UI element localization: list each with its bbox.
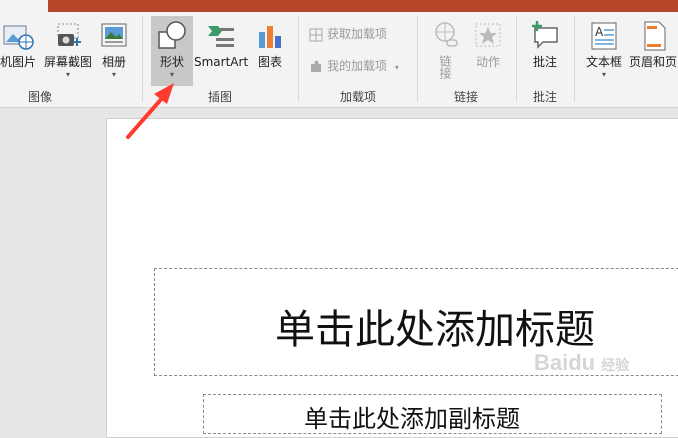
screenshot-label: 屏幕截图 [43,55,92,69]
action-label: 动作 [475,55,500,69]
header-footer-button[interactable]: 页眉和页 [628,16,678,86]
album-button[interactable]: 相册 ▾ [96,16,132,86]
title-placeholder-text: 单击此处添加标题 [275,307,595,353]
group-divider [142,16,143,102]
photo-album-icon [101,23,127,47]
ribbon: 机图片 屏幕截图 ▾ 相册 ▾ 图像 形状 ▾ SmartArt 图表 插图 获… [0,12,678,108]
textbox-button[interactable]: A 文本框 ▾ [582,16,626,86]
baidu-watermark: Baidu 经验 [534,350,629,376]
chart-icon [259,26,281,48]
group-label-illustrations: 插图 [207,90,232,104]
svg-text:A: A [595,25,604,39]
group-divider [298,16,299,102]
chevron-down-icon: ▾ [65,70,70,79]
tab-insert[interactable] [0,0,48,12]
group-label-images: 图像 [27,90,52,104]
chevron-down-icon: ▾ [601,70,606,79]
group-label-comments: 批注 [532,90,557,104]
shapes-button[interactable]: 形状 ▾ [151,16,193,86]
my-addins-label: 我的加载项 [327,59,388,73]
group-divider [516,16,517,102]
smartart-icon [208,26,234,47]
my-addins-button[interactable]: 我的加载项 ▾ [308,56,399,76]
watermark-suffix: 经验 [601,357,630,373]
group-label-addins: 加载项 [339,90,376,104]
comment-label: 批注 [532,55,557,69]
chevron-down-icon: ▾ [111,70,116,79]
group-divider [574,16,575,102]
chevron-down-icon: ▾ [394,63,399,72]
smartart-label: SmartArt [194,55,249,69]
star-action-icon [475,23,501,47]
screenshot-icon [57,23,81,46]
textbox-icon: A [591,22,617,50]
group-label-links: 链接 [453,90,478,104]
chart-label: 图表 [257,55,282,69]
new-comment-button[interactable]: 批注 [524,16,566,86]
online-pictures-label: 机图片 [0,55,36,69]
get-addins-label: 获取加载项 [327,27,388,41]
watermark-brand: Baidu [534,350,596,375]
chart-button[interactable]: 图表 [252,16,288,86]
album-label: 相册 [101,55,126,69]
link-label: 链接 [438,55,452,79]
comment-icon [532,21,558,49]
header-footer-label: 页眉和页 [628,55,677,69]
store-icon [309,28,323,41]
shapes-icon [158,21,186,49]
online-pictures-button[interactable]: 机图片 [0,16,38,86]
chevron-down-icon: ▾ [169,70,174,79]
ribbon-tab-bar [0,0,678,12]
header-footer-icon [644,21,666,51]
shapes-label: 形状 [159,55,184,69]
subtitle-placeholder[interactable]: 单击此处添加副标题 [203,394,662,434]
globe-link-icon [435,22,458,47]
puzzle-icon [311,60,321,72]
link-button[interactable]: 链接 [426,16,464,86]
action-button[interactable]: 动作 [468,16,508,86]
textbox-label: 文本框 [585,55,622,69]
group-divider [417,16,418,102]
smartart-button[interactable]: SmartArt [194,16,248,86]
get-addins-button[interactable]: 获取加载项 [308,24,387,44]
subtitle-placeholder-text: 单击此处添加副标题 [304,405,520,433]
screenshot-button[interactable]: 屏幕截图 ▾ [42,16,94,86]
online-pictures-icon [3,25,34,50]
